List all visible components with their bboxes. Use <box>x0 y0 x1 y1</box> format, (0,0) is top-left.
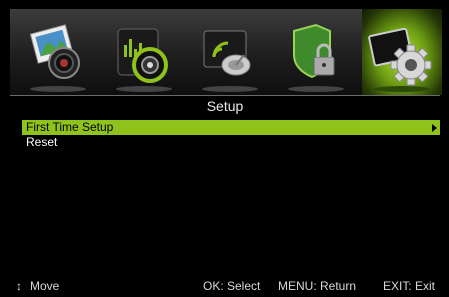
hint-select: OK: Select <box>203 279 261 293</box>
footer-hints: ↕ Move OK: Select MENU: Return EXIT: Exi… <box>10 278 440 294</box>
menu-list: First Time Setup Reset <box>22 120 440 150</box>
tab-picture[interactable] <box>18 9 98 95</box>
lock-icon <box>288 23 344 92</box>
updown-arrow-icon: ↕ <box>16 279 22 293</box>
arrow-right-icon <box>432 124 437 132</box>
menu-item-reset[interactable]: Reset <box>22 135 440 150</box>
tab-sound[interactable] <box>104 9 184 95</box>
satellite-dish-icon <box>202 30 258 92</box>
menu-icon-bar <box>10 9 442 95</box>
hint-exit: EXIT: Exit <box>383 279 436 293</box>
tab-lock[interactable] <box>276 9 356 95</box>
gear-icon <box>368 27 432 92</box>
hint-return: MENU: Return <box>278 279 357 293</box>
sound-icon <box>116 28 172 92</box>
tab-channel[interactable] <box>190 9 270 95</box>
header-divider <box>10 95 440 96</box>
picture-icon <box>29 24 86 92</box>
tab-setup[interactable] <box>362 9 442 95</box>
menu-item-label: First Time Setup <box>26 120 114 134</box>
menu-item-first-time-setup[interactable]: First Time Setup <box>22 120 440 135</box>
hint-move: Move <box>30 279 60 293</box>
menu-item-label: Reset <box>26 135 58 149</box>
page-title: Setup <box>206 98 244 114</box>
